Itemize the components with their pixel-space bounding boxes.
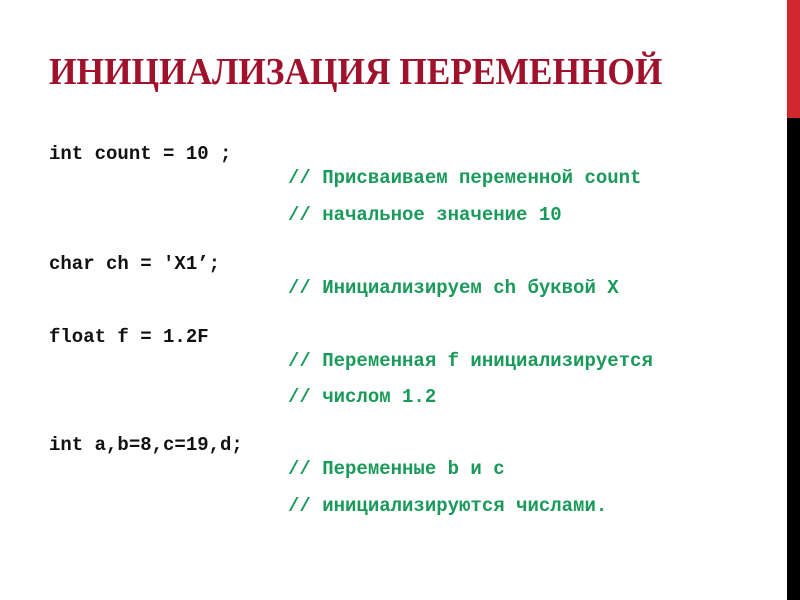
code-comment: // Инициализируем ch буквой X <box>288 277 619 299</box>
code-line: // инициализируются числами. <box>49 446 607 517</box>
code-line: // числом 1.2 <box>49 337 436 408</box>
code-statement: char ch = 'X1’; <box>49 253 221 275</box>
code-comment: // инициализируются числами. <box>288 495 608 517</box>
code-line: // начальное значение 10 <box>49 155 562 226</box>
code-comment: // числом 1.2 <box>288 386 437 408</box>
code-line: char ch = 'X1’; // Инициализируем ch бук… <box>49 228 619 299</box>
code-line: int a,b=8,c=19,d; // Переменные b и c <box>49 409 505 480</box>
accent-bar-red <box>787 0 800 118</box>
slide-title: ИНИЦИАЛИЗАЦИЯ ПЕРЕМЕННОЙ <box>49 51 663 93</box>
accent-bar-black <box>787 118 800 600</box>
code-comment: // Переменные b и c <box>288 458 505 480</box>
code-line: float f = 1.2F // Переменная f инициализ… <box>49 301 653 372</box>
code-comment: // Присваиваем переменной count <box>288 167 642 189</box>
code-comment: // начальное значение 10 <box>288 204 562 226</box>
code-comment: // Переменная f инициализируется <box>288 350 653 372</box>
code-line: int count = 10 ; // Присваиваем переменн… <box>49 118 641 189</box>
